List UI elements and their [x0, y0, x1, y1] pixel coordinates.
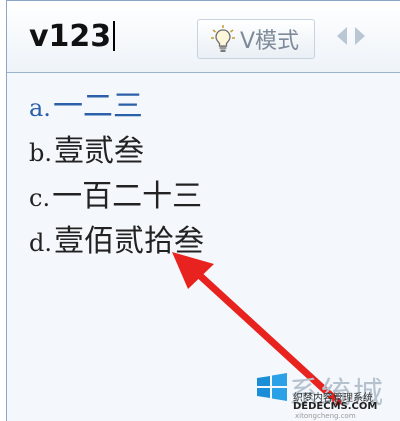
- watermark-domain: DEDECMS.COM: [293, 401, 378, 412]
- annotation-arrow: [172, 252, 342, 406]
- watermark-small-text: xitongcheng.com: [295, 412, 356, 420]
- watermark: 系统城 织梦内容管理系统 DEDECMS.COM xitongcheng.com: [255, 370, 400, 421]
- windows-logo-icon: [257, 373, 287, 401]
